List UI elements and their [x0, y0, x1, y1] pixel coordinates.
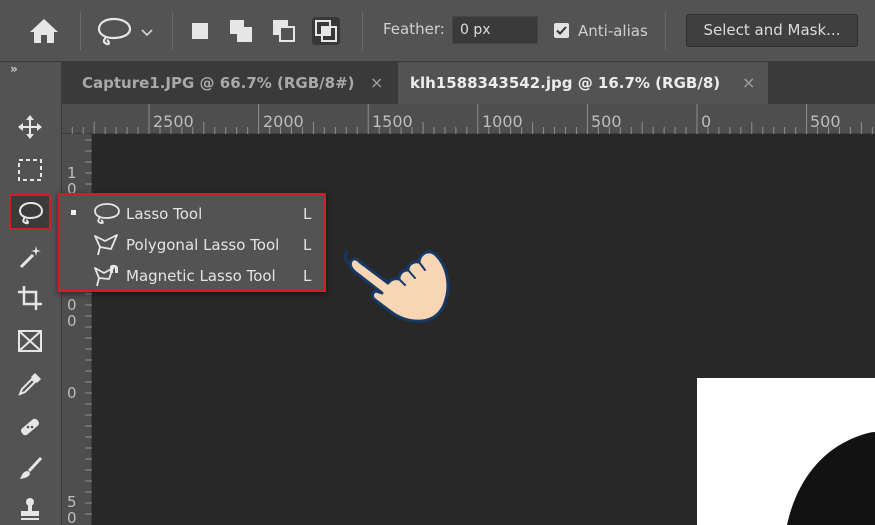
lasso-icon	[94, 203, 120, 225]
brush-icon	[20, 456, 43, 479]
intersect-selection-button[interactable]	[312, 17, 340, 45]
lasso-icon	[18, 201, 43, 225]
pointing-hand-icon	[344, 250, 450, 323]
ruler-label: 0	[67, 312, 77, 330]
crop-tool[interactable]	[9, 279, 51, 315]
new-selection-button[interactable]	[186, 17, 214, 45]
document-image	[697, 378, 875, 525]
tab-close-icon[interactable]: ×	[370, 62, 383, 104]
ruler-label: 0	[67, 509, 77, 525]
flyout-item-label: Polygonal Lasso Tool	[126, 236, 280, 254]
flyout-item-lasso-tool[interactable]: Lasso Tool L	[60, 198, 324, 229]
eyedropper-tool[interactable]	[9, 365, 51, 401]
antialias-label: Anti-alias	[578, 22, 648, 40]
new-selection-icon	[192, 23, 208, 39]
ruler-label: 0	[701, 112, 712, 131]
home-button[interactable]	[26, 15, 62, 47]
move-icon	[18, 115, 42, 139]
subtract-selection-icon	[273, 20, 295, 42]
collapse-panel-icon[interactable]: »	[10, 62, 18, 76]
checkmark-icon	[556, 26, 567, 35]
ruler-label: 0	[67, 384, 77, 402]
flyout-item-polygonal-lasso-tool[interactable]: Polygonal Lasso Tool L	[60, 229, 324, 260]
marquee-icon	[18, 159, 42, 181]
move-tool[interactable]	[9, 108, 51, 144]
ruler-label: 1500	[372, 112, 413, 131]
chevron-down-icon	[141, 29, 153, 37]
healing-brush-tool[interactable]	[9, 408, 51, 444]
lasso-tool[interactable]	[9, 194, 51, 230]
healing-brush-icon	[20, 418, 40, 436]
options-separator	[80, 12, 81, 50]
ruler-label: 1000	[482, 112, 523, 131]
document-tab-bar: Capture1.JPG @ 66.7% (RGB/8#) × klh15883…	[62, 62, 875, 104]
ruler-label: 500	[591, 112, 622, 131]
hand-pointer	[333, 232, 455, 328]
add-to-selection-icon	[230, 20, 252, 42]
magnetic-lasso-icon	[94, 264, 118, 287]
options-separator	[172, 12, 173, 50]
subject-silhouette	[787, 432, 875, 525]
ruler-label: 2000	[263, 112, 304, 131]
feather-input[interactable]	[452, 16, 538, 44]
document-tab-klh1588343542[interactable]: klh1588343542.jpg @ 16.7% (RGB/8) ×	[398, 62, 768, 104]
flyout-item-label: Lasso Tool	[126, 205, 203, 223]
polygonal-lasso-icon	[94, 234, 118, 256]
clone-stamp-icon	[21, 498, 39, 520]
tool-preset-picker[interactable]	[94, 14, 158, 48]
options-separator	[665, 12, 666, 50]
antialias-checkbox[interactable]	[554, 23, 569, 38]
intersect-selection-icon	[315, 20, 337, 42]
shortcut-key: L	[303, 205, 312, 223]
ruler-label: 2500	[153, 112, 194, 131]
frame-tool[interactable]	[9, 322, 51, 358]
ruler-label: 500	[810, 112, 841, 131]
options-bar: Feather: Anti-alias Select and Mask...	[0, 0, 875, 62]
tab-close-icon[interactable]: ×	[742, 62, 755, 104]
tab-label: Capture1.JPG @ 66.7% (RGB/8#)	[82, 74, 355, 92]
magic-wand-tool[interactable]	[9, 238, 51, 274]
eyedropper-icon	[18, 373, 41, 396]
flyout-item-label: Magnetic Lasso Tool	[126, 267, 276, 285]
magic-wand-icon	[19, 246, 41, 269]
tools-panel: »	[0, 62, 62, 525]
horizontal-ruler[interactable]: 2500 2000 1500 1000 500 0 500	[62, 104, 875, 134]
frame-icon	[18, 330, 42, 352]
lasso-preset-icon	[97, 17, 132, 46]
selected-bullet-icon	[71, 210, 76, 215]
shortcut-key: L	[303, 236, 312, 254]
add-to-selection-button[interactable]	[227, 17, 255, 45]
options-separator	[362, 12, 363, 50]
feather-label: Feather:	[383, 20, 445, 38]
lasso-tools-flyout: Lasso Tool L Polygonal Lasso Tool L Magn…	[58, 193, 326, 292]
select-and-mask-button[interactable]: Select and Mask...	[686, 14, 858, 47]
crop-icon	[18, 286, 42, 310]
tab-label: klh1588343542.jpg @ 16.7% (RGB/8)	[410, 74, 721, 92]
document-tab-capture1[interactable]: Capture1.JPG @ 66.7% (RGB/8#) ×	[70, 62, 398, 104]
flyout-item-magnetic-lasso-tool[interactable]: Magnetic Lasso Tool L	[60, 260, 324, 291]
clone-stamp-tool[interactable]	[9, 490, 51, 525]
home-icon	[30, 19, 58, 43]
brush-tool[interactable]	[9, 450, 51, 486]
shortcut-key: L	[303, 267, 312, 285]
subtract-from-selection-button[interactable]	[270, 17, 298, 45]
rectangular-marquee-tool[interactable]	[9, 151, 51, 187]
